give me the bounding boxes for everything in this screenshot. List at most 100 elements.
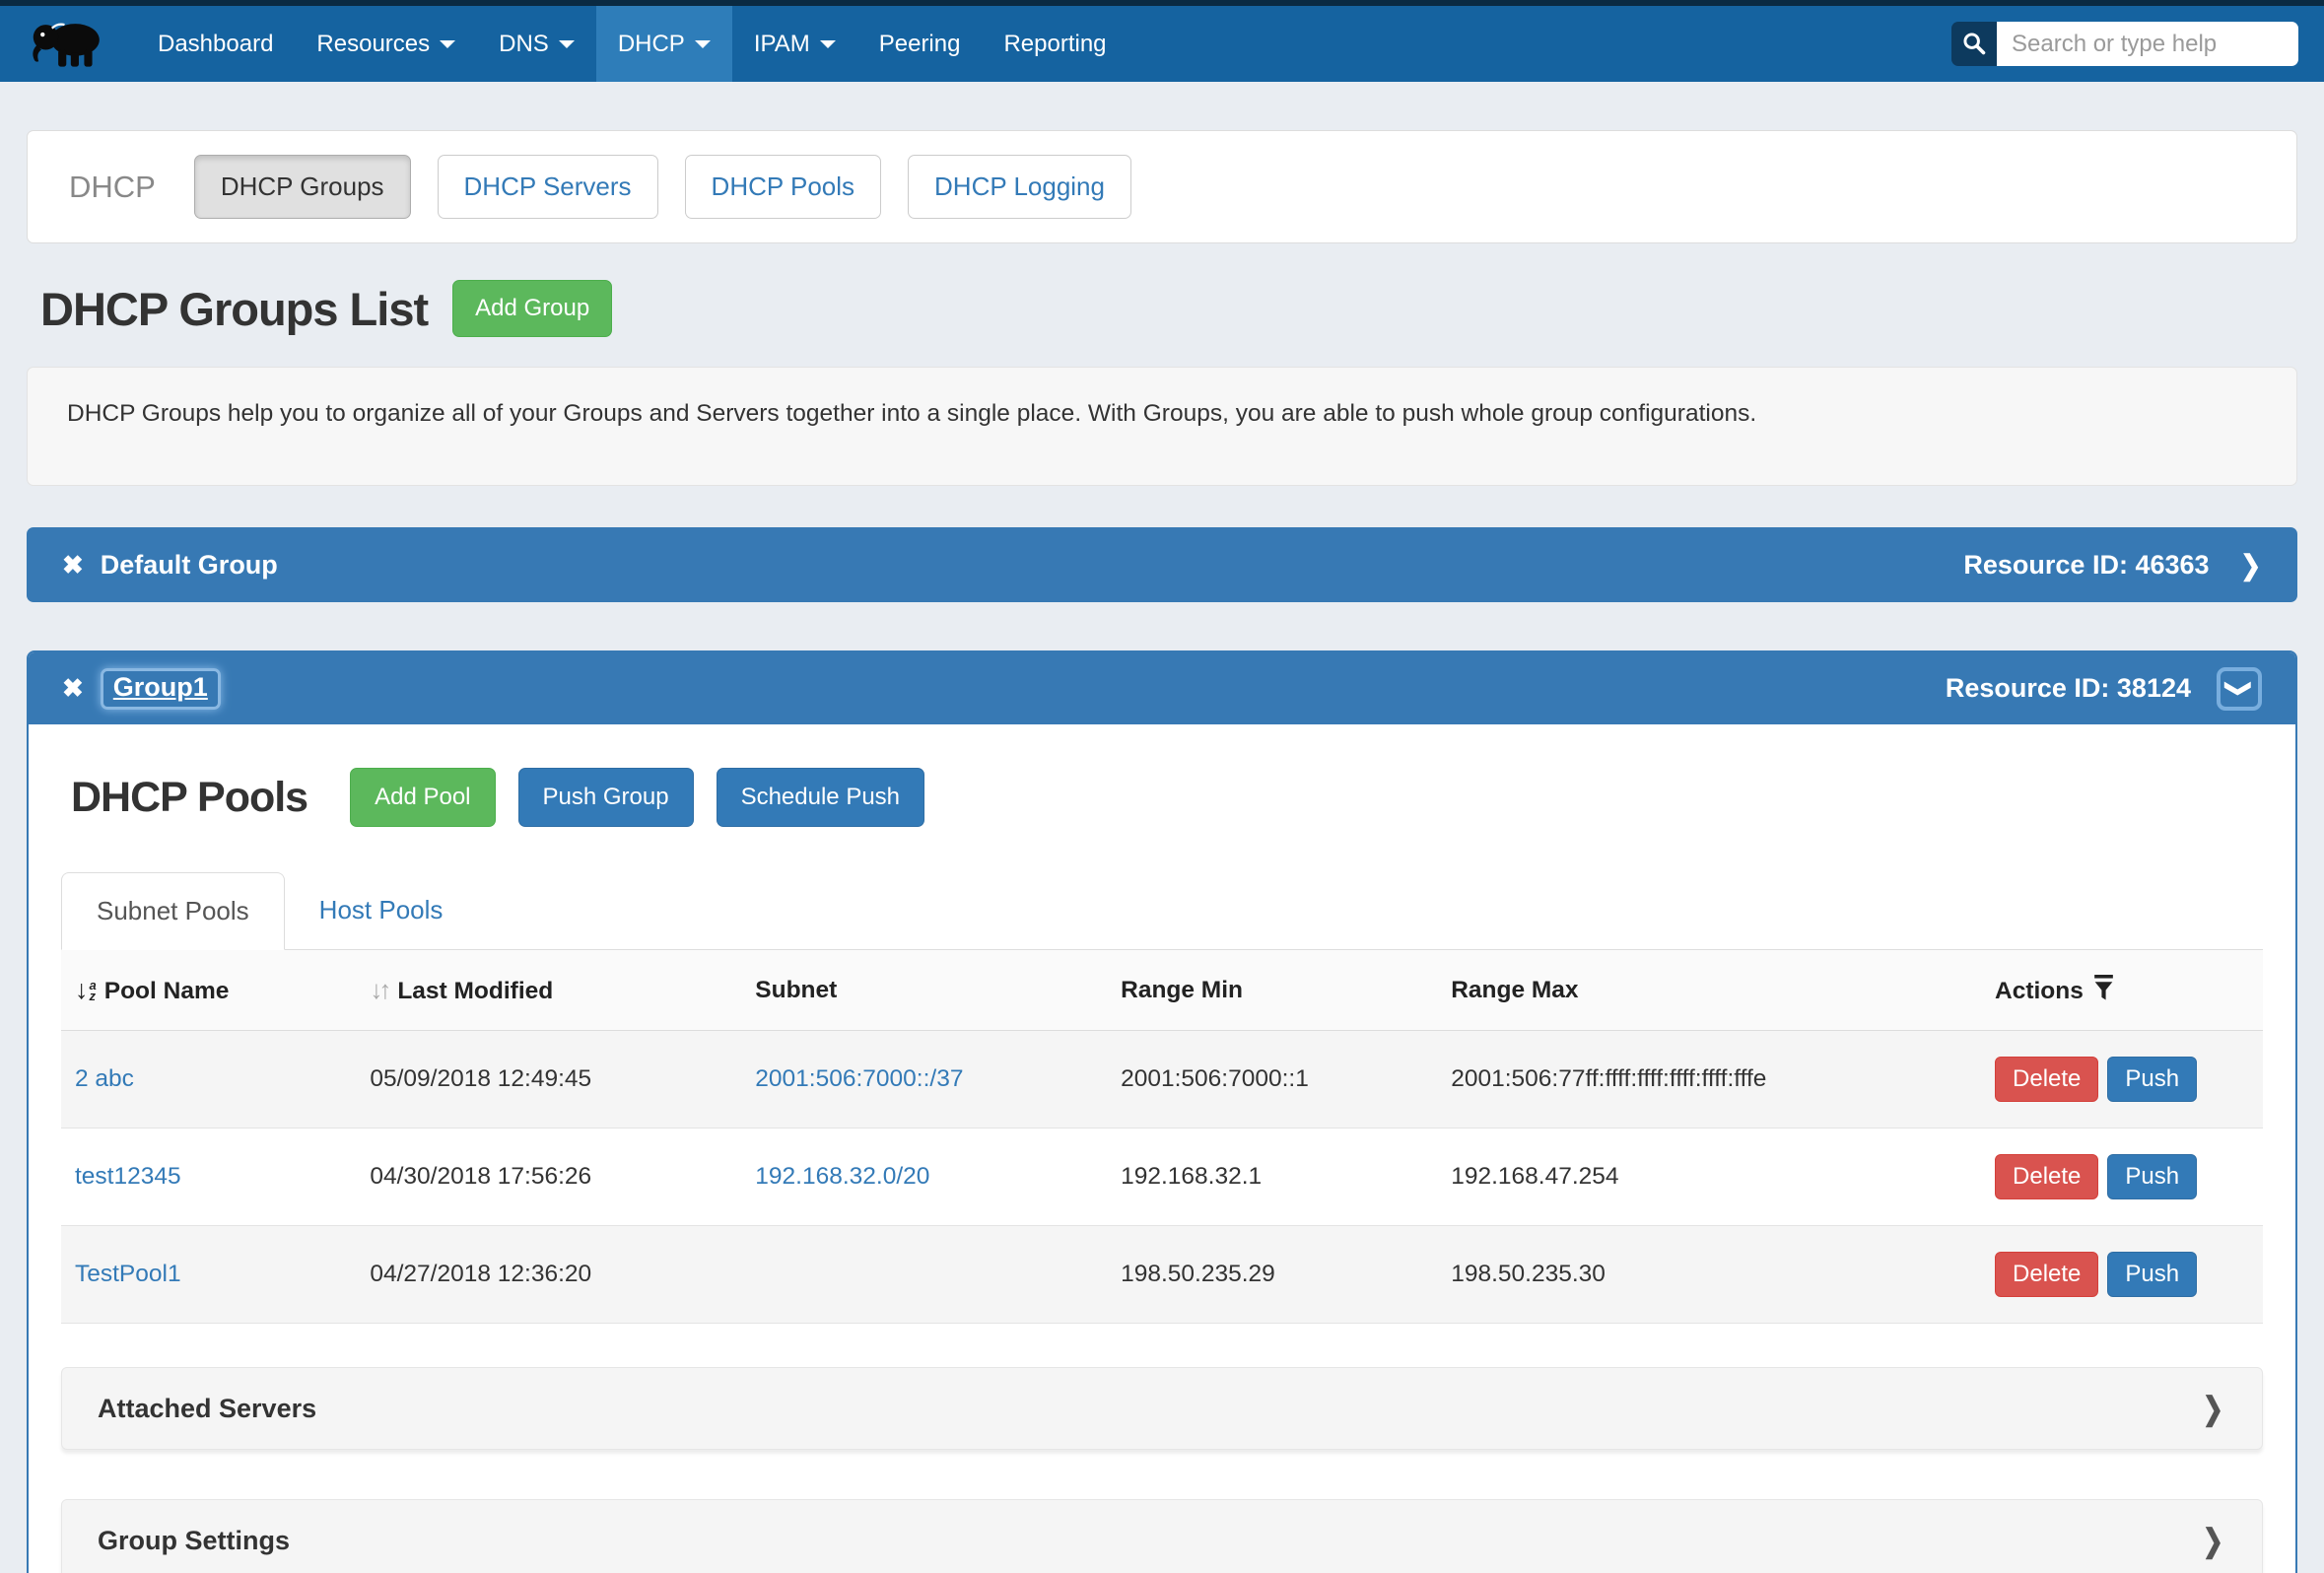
header-label: Actions xyxy=(1995,978,2084,1004)
subnet-link[interactable]: 192.168.32.0/20 xyxy=(755,1163,929,1190)
description-text: DHCP Groups help you to organize all of … xyxy=(67,400,1756,427)
pools-table: ↓az Pool Name ↓↑ Last Modified Subnet Rang… xyxy=(61,950,2263,1324)
nav-item-dhcp[interactable]: DHCP xyxy=(596,6,732,82)
group-bar-default-group[interactable]: ✖ Default Group Resource ID: 46363 ❯ xyxy=(27,527,2297,602)
range-max: 198.50.235.30 xyxy=(1451,1261,1606,1287)
table-row: TestPool1 04/27/2018 12:36:20 198.50.235… xyxy=(61,1226,2263,1324)
group-panel-group1: ✖ Group1 Resource ID: 38124 ❯ DHCP Pools… xyxy=(27,650,2297,1573)
mammoth-logo[interactable] xyxy=(28,15,112,74)
delete-group-icon[interactable]: ✖ xyxy=(62,550,84,581)
chevron-right-icon: ❯ xyxy=(2203,1390,2223,1427)
range-max: 192.168.47.254 xyxy=(1451,1163,1618,1190)
resource-id-label: Resource ID: 46363 xyxy=(1963,550,2209,581)
push-button[interactable]: Push xyxy=(2107,1154,2197,1199)
tab-dhcp-pools[interactable]: DHCP Pools xyxy=(685,155,881,219)
accordion-label: Attached Servers xyxy=(98,1394,316,1424)
header-actions: Actions xyxy=(1981,950,2263,1031)
tab-dhcp-groups[interactable]: DHCP Groups xyxy=(194,155,411,219)
nav-label: Reporting xyxy=(1003,31,1106,58)
group-header-group1[interactable]: ✖ Group1 Resource ID: 38124 ❯ xyxy=(29,652,2295,724)
header-pool-name[interactable]: ↓az Pool Name xyxy=(61,950,356,1031)
range-max: 2001:506:77ff:ffff:ffff:ffff:ffff:fffe xyxy=(1451,1065,1766,1092)
subnet-link[interactable]: 2001:506:7000::/37 xyxy=(755,1065,963,1092)
description-panel: DHCP Groups help you to organize all of … xyxy=(27,367,2297,486)
pools-header: DHCP Pools Add Pool Push Group Schedule … xyxy=(61,768,2263,827)
tab-dhcp-logging[interactable]: DHCP Logging xyxy=(908,155,1131,219)
nav-item-dashboard[interactable]: Dashboard xyxy=(136,6,295,82)
delete-group-icon[interactable]: ✖ xyxy=(62,673,84,704)
pool-name-link[interactable]: test12345 xyxy=(75,1163,181,1190)
sort-icon[interactable]: ↓↑ xyxy=(370,975,387,1004)
range-min: 2001:506:7000::1 xyxy=(1121,1065,1309,1092)
nav-item-reporting[interactable]: Reporting xyxy=(982,6,1128,82)
range-min: 192.168.32.1 xyxy=(1121,1163,1262,1190)
tab-host-pools[interactable]: Host Pools xyxy=(285,872,478,949)
sort-alpha-icon[interactable]: ↓az xyxy=(75,975,97,1005)
chevron-right-icon[interactable]: ❯ xyxy=(2240,549,2261,581)
nav-label: DHCP xyxy=(618,31,685,58)
row-actions: Delete Push xyxy=(1995,1057,2251,1102)
push-button[interactable]: Push xyxy=(2107,1057,2197,1102)
add-group-button[interactable]: Add Group xyxy=(452,280,612,337)
nav-item-peering[interactable]: Peering xyxy=(857,6,983,82)
page-content: DHCP DHCP Groups DHCP Servers DHCP Pools… xyxy=(27,130,2297,1573)
header-subnet: Subnet xyxy=(741,950,1107,1031)
nav-item-dns[interactable]: DNS xyxy=(477,6,596,82)
nav-label: DNS xyxy=(499,31,549,58)
schedule-push-button[interactable]: Schedule Push xyxy=(717,768,924,827)
group-name-link[interactable]: Group1 xyxy=(101,668,221,710)
nav-item-resources[interactable]: Resources xyxy=(295,6,477,82)
nav-label: IPAM xyxy=(754,31,810,58)
delete-button[interactable]: Delete xyxy=(1995,1057,2098,1102)
table-row: test12345 04/30/2018 17:56:26 192.168.32… xyxy=(61,1128,2263,1226)
add-pool-button[interactable]: Add Pool xyxy=(350,768,495,827)
chevron-down-icon xyxy=(820,40,836,48)
header-range-min: Range Min xyxy=(1107,950,1437,1031)
header-label: Last Modified xyxy=(397,978,553,1004)
header-label: Range Min xyxy=(1121,977,1243,1003)
group-bar-right: Resource ID: 38124 ❯ xyxy=(1946,667,2262,711)
tab-subnet-pools[interactable]: Subnet Pools xyxy=(61,872,285,950)
dhcp-subnav-panel: DHCP DHCP Groups DHCP Servers DHCP Pools… xyxy=(27,130,2297,243)
group-bar-right: Resource ID: 46363 ❯ xyxy=(1963,549,2262,581)
resource-id-label: Resource ID: 38124 xyxy=(1946,673,2191,704)
table-header-row: ↓az Pool Name ↓↑ Last Modified Subnet Rang… xyxy=(61,950,2263,1031)
nav-label: Peering xyxy=(879,31,961,58)
global-search xyxy=(1951,22,2298,66)
header-label: Subnet xyxy=(755,977,837,1003)
header-label: Range Max xyxy=(1451,977,1578,1003)
table-row: 2 abc 05/09/2018 12:49:45 2001:506:7000:… xyxy=(61,1031,2263,1128)
range-min: 198.50.235.29 xyxy=(1121,1261,1275,1287)
search-input[interactable] xyxy=(1997,22,2298,66)
group-body: DHCP Pools Add Pool Push Group Schedule … xyxy=(29,768,2295,1573)
last-modified: 05/09/2018 12:49:45 xyxy=(370,1065,591,1092)
last-modified: 04/27/2018 12:36:20 xyxy=(370,1261,591,1287)
filter-icon[interactable] xyxy=(2093,975,2114,1001)
chevron-down-icon: ❯ xyxy=(2223,679,2254,699)
nav-items: Dashboard Resources DNS DHCP IPAM Peerin… xyxy=(136,6,1128,82)
header-label: Pool Name xyxy=(104,978,230,1004)
nav-item-ipam[interactable]: IPAM xyxy=(732,6,857,82)
pool-name-link[interactable]: 2 abc xyxy=(75,1065,134,1092)
pool-tabs: Subnet Pools Host Pools xyxy=(61,872,2263,950)
push-button[interactable]: Push xyxy=(2107,1252,2197,1297)
search-icon[interactable] xyxy=(1951,22,1997,66)
pool-name-link[interactable]: TestPool1 xyxy=(75,1261,181,1287)
tab-dhcp-servers[interactable]: DHCP Servers xyxy=(438,155,658,219)
header-last-modified[interactable]: ↓↑ Last Modified xyxy=(356,950,741,1031)
chevron-down-icon xyxy=(695,40,711,48)
accordion-group-settings[interactable]: Group Settings ❯ xyxy=(61,1499,2263,1573)
delete-button[interactable]: Delete xyxy=(1995,1154,2098,1199)
accordion-attached-servers[interactable]: Attached Servers ❯ xyxy=(61,1367,2263,1450)
delete-button[interactable]: Delete xyxy=(1995,1252,2098,1297)
main-navbar: Dashboard Resources DNS DHCP IPAM Peerin… xyxy=(0,6,2324,82)
collapse-toggle[interactable]: ❯ xyxy=(2217,667,2262,711)
page-title: DHCP Groups List xyxy=(40,282,428,336)
section-label: DHCP xyxy=(69,170,156,205)
chevron-down-icon xyxy=(559,40,575,48)
row-actions: Delete Push xyxy=(1995,1252,2251,1297)
accordion-label: Group Settings xyxy=(98,1526,290,1556)
push-group-button[interactable]: Push Group xyxy=(518,768,694,827)
nav-label: Resources xyxy=(316,31,430,58)
pools-title: DHCP Pools xyxy=(71,774,308,822)
